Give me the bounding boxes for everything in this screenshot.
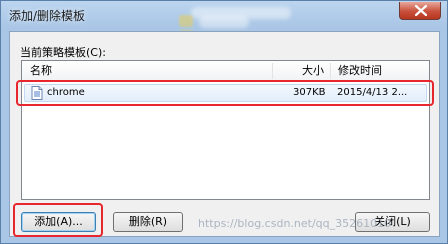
file-size: 307KB	[293, 87, 326, 98]
table-row[interactable]: chrome 307KB 2015/4/13 2...	[24, 84, 427, 102]
column-header-name[interactable]: 名称	[30, 61, 52, 81]
list-header: 名称 大小 修改时间	[22, 61, 429, 82]
window-title: 添加/删除模板	[9, 9, 86, 23]
file-name: chrome	[47, 87, 85, 98]
template-list[interactable]: 名称 大小 修改时间 chrome 307KB 2015/4/13 2...	[21, 60, 430, 200]
dialog-window: 添加/删除模板 当前策略模板(C): 名称 大小 修改时间 chrome 307…	[0, 0, 448, 244]
column-divider[interactable]	[330, 63, 331, 79]
watermark-text: https://blog.csdn.net/qq_35261010	[198, 217, 392, 230]
document-icon	[31, 86, 43, 100]
add-button[interactable]: 添加(A)...	[21, 212, 96, 232]
title-bar[interactable]: 添加/删除模板	[1, 1, 447, 29]
template-list-label: 当前策略模板(C):	[20, 46, 106, 59]
file-modified: 2015/4/13 2...	[337, 87, 408, 98]
window-close-button[interactable]	[399, 2, 441, 20]
column-header-modified[interactable]: 修改时间	[338, 61, 382, 81]
column-header-size[interactable]: 大小	[302, 61, 324, 81]
remove-button[interactable]: 删除(R)	[113, 212, 183, 232]
column-divider[interactable]	[272, 63, 273, 79]
close-icon	[415, 5, 427, 16]
dialog-body: 当前策略模板(C): 名称 大小 修改时间 chrome 307KB 2015/…	[9, 31, 440, 237]
